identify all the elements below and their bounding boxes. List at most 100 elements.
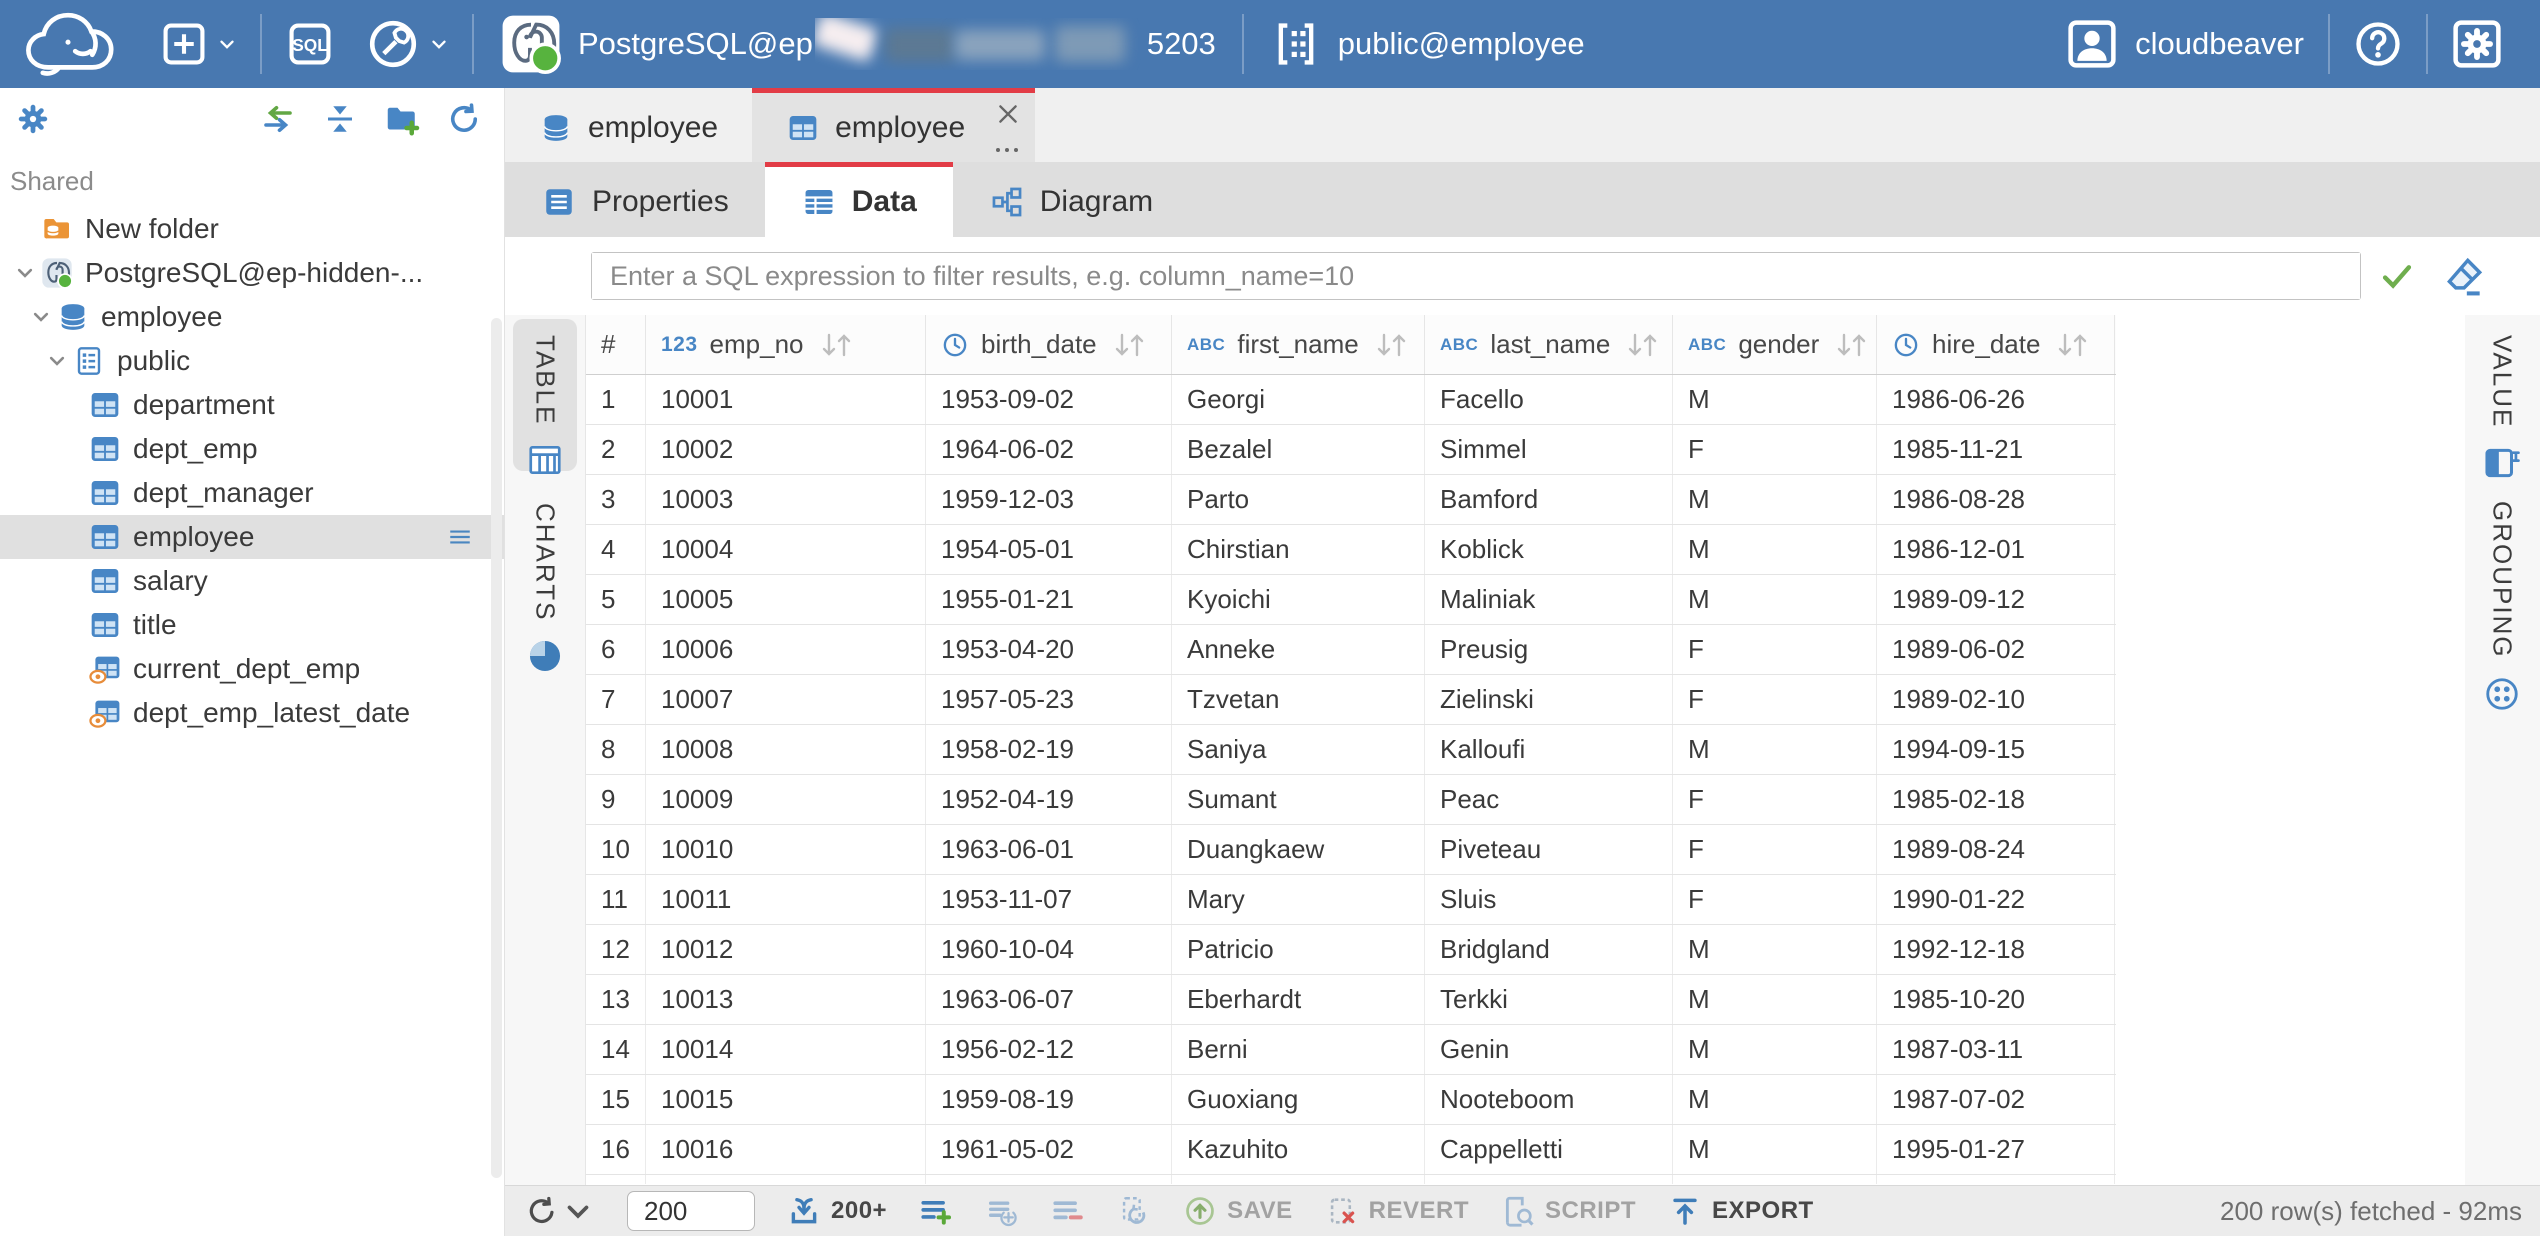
row-number-cell[interactable]: 8 (586, 725, 646, 774)
cell-hire_date[interactable]: 1989-06-02 (1877, 625, 2115, 674)
row-number-cell[interactable]: 5 (586, 575, 646, 624)
tree-item-public[interactable]: public (0, 339, 504, 383)
cell-birth_date[interactable]: 1964-06-02 (926, 425, 1172, 474)
page-size-input[interactable] (627, 1191, 755, 1231)
auto-apply-button[interactable] (1117, 1194, 1151, 1228)
sort-icon[interactable] (2054, 331, 2090, 359)
cell-hire_date[interactable]: 1985-11-21 (1877, 425, 2115, 474)
clear-filter-icon[interactable] (2443, 254, 2487, 298)
cell-first_name[interactable]: Chirstian (1172, 525, 1425, 574)
cell-birth_date[interactable]: 1953-04-20 (926, 625, 1172, 674)
cell-last_name[interactable]: Facello (1425, 375, 1673, 424)
cell-first_name[interactable]: Eberhardt (1172, 975, 1425, 1024)
cell-emp_no[interactable]: 10003 (646, 475, 926, 524)
cell-gender[interactable]: M (1673, 725, 1877, 774)
column-header-hire_date[interactable]: hire_date (1877, 315, 2115, 374)
export-button[interactable]: EXPORT (1668, 1194, 1814, 1228)
script-button[interactable]: SCRIPT (1501, 1194, 1636, 1228)
cell-gender[interactable]: M (1673, 975, 1877, 1024)
tree-item-new-folder[interactable]: New folder (0, 207, 504, 251)
cell-emp_no[interactable]: 10011 (646, 875, 926, 924)
settings-button[interactable] (2428, 0, 2526, 88)
tree-item-salary[interactable]: salary (0, 559, 504, 603)
cell-first_name[interactable]: Anneke (1172, 625, 1425, 674)
row-number-cell[interactable]: 7 (586, 675, 646, 724)
cell-emp_no[interactable]: 10016 (646, 1125, 926, 1174)
cell-emp_no[interactable]: 10013 (646, 975, 926, 1024)
cell-hire_date[interactable]: 1987-03-11 (1877, 1025, 2115, 1074)
cell-hire_date[interactable]: 1986-12-01 (1877, 525, 2115, 574)
row-number-cell[interactable]: 4 (586, 525, 646, 574)
column-header-gender[interactable]: ABCgender (1673, 315, 1877, 374)
cell-birth_date[interactable]: 1956-02-12 (926, 1025, 1172, 1074)
cell-last_name[interactable]: Koblick (1425, 525, 1673, 574)
row-number-cell[interactable]: 3 (586, 475, 646, 524)
cell-first_name[interactable]: Guoxiang (1172, 1075, 1425, 1124)
cell-emp_no[interactable]: 10008 (646, 725, 926, 774)
sort-icon[interactable] (1624, 331, 1660, 359)
cell-first_name[interactable]: Berni (1172, 1025, 1425, 1074)
cell-first_name[interactable]: Kazuhito (1172, 1125, 1425, 1174)
tab-properties[interactable]: Properties (505, 162, 765, 237)
cell-birth_date[interactable]: 1963-06-01 (926, 825, 1172, 874)
tab-diagram[interactable]: Diagram (953, 162, 1189, 237)
cell-hire_date[interactable]: 1986-06-26 (1877, 375, 2115, 424)
tree-item-dept-emp-latest-date[interactable]: dept_emp_latest_date (0, 691, 504, 735)
cell-last_name[interactable]: Bridgland (1425, 925, 1673, 974)
tree-item-employee[interactable]: employee (0, 295, 504, 339)
cell-hire_date[interactable]: 1990-01-22 (1877, 875, 2115, 924)
cell-emp_no[interactable]: 10001 (646, 375, 926, 424)
navigator-settings-gear-icon[interactable] (14, 100, 52, 138)
cell-first_name[interactable]: Patricio (1172, 925, 1425, 974)
column-header-first_name[interactable]: ABCfirst_name (1172, 315, 1425, 374)
cell-gender[interactable]: M (1673, 375, 1877, 424)
tree-item-employee[interactable]: employee (0, 515, 504, 559)
row-number-cell[interactable]: 6 (586, 625, 646, 674)
refresh-tree-icon[interactable] (446, 101, 482, 137)
cell-emp_no[interactable]: 10005 (646, 575, 926, 624)
sort-icon[interactable] (1373, 331, 1409, 359)
cell-birth_date[interactable]: 1959-08-19 (926, 1075, 1172, 1124)
cell-emp_no[interactable]: 10010 (646, 825, 926, 874)
tab-data[interactable]: Data (765, 162, 953, 237)
chevron-down-icon[interactable] (42, 347, 72, 375)
cell-hire_date[interactable]: 1989-09-12 (1877, 575, 2115, 624)
cell-last_name[interactable]: Maliniak (1425, 575, 1673, 624)
cell-emp_no[interactable]: 10004 (646, 525, 926, 574)
row-number-cell[interactable]: 9 (586, 775, 646, 824)
cell-gender[interactable]: M (1673, 525, 1877, 574)
chevron-down-icon[interactable] (26, 303, 56, 331)
duplicate-row-button[interactable] (985, 1194, 1019, 1228)
cell-last_name[interactable]: Piveteau (1425, 825, 1673, 874)
cell-gender[interactable]: M (1673, 575, 1877, 624)
sort-icon[interactable] (1111, 331, 1147, 359)
row-number-cell[interactable]: 2 (586, 425, 646, 474)
cell-hire_date[interactable]: 1985-10-20 (1877, 975, 2115, 1024)
column-header-last_name[interactable]: ABClast_name (1425, 315, 1673, 374)
schema-selector[interactable]: public@employee (1244, 0, 1611, 88)
help-button[interactable] (2330, 0, 2426, 88)
row-number-cell[interactable]: 10 (586, 825, 646, 874)
cell-birth_date[interactable]: 1960-10-04 (926, 925, 1172, 974)
tree-item-dept-emp[interactable]: dept_emp (0, 427, 504, 471)
cell-gender[interactable]: M (1673, 925, 1877, 974)
cell-gender[interactable]: M (1673, 1025, 1877, 1074)
cell-gender[interactable]: F (1673, 825, 1877, 874)
cell-gender[interactable]: F (1673, 675, 1877, 724)
cell-emp_no[interactable]: 10012 (646, 925, 926, 974)
cell-hire_date[interactable]: 1992-12-18 (1877, 925, 2115, 974)
cell-last_name[interactable]: Simmel (1425, 425, 1673, 474)
collapse-all-icon[interactable] (322, 101, 358, 137)
editor-tab-employee-1[interactable]: employee (752, 88, 1035, 162)
refresh-results-button[interactable] (525, 1194, 595, 1228)
delete-row-button[interactable] (1051, 1194, 1085, 1228)
tree-item-current-dept-emp[interactable]: current_dept_emp (0, 647, 504, 691)
cell-gender[interactable]: F (1673, 625, 1877, 674)
cell-hire_date[interactable]: 1985-02-18 (1877, 775, 2115, 824)
user-menu[interactable]: cloudbeaver (2041, 17, 2328, 71)
new-folder-icon[interactable] (384, 101, 420, 137)
cell-birth_date[interactable]: 1953-09-02 (926, 375, 1172, 424)
sql-filter-input[interactable] (592, 253, 2360, 299)
sql-editor-button[interactable]: SQL (262, 0, 358, 88)
connection-selector[interactable]: PostgreSQL@ep5203 (474, 0, 1242, 88)
